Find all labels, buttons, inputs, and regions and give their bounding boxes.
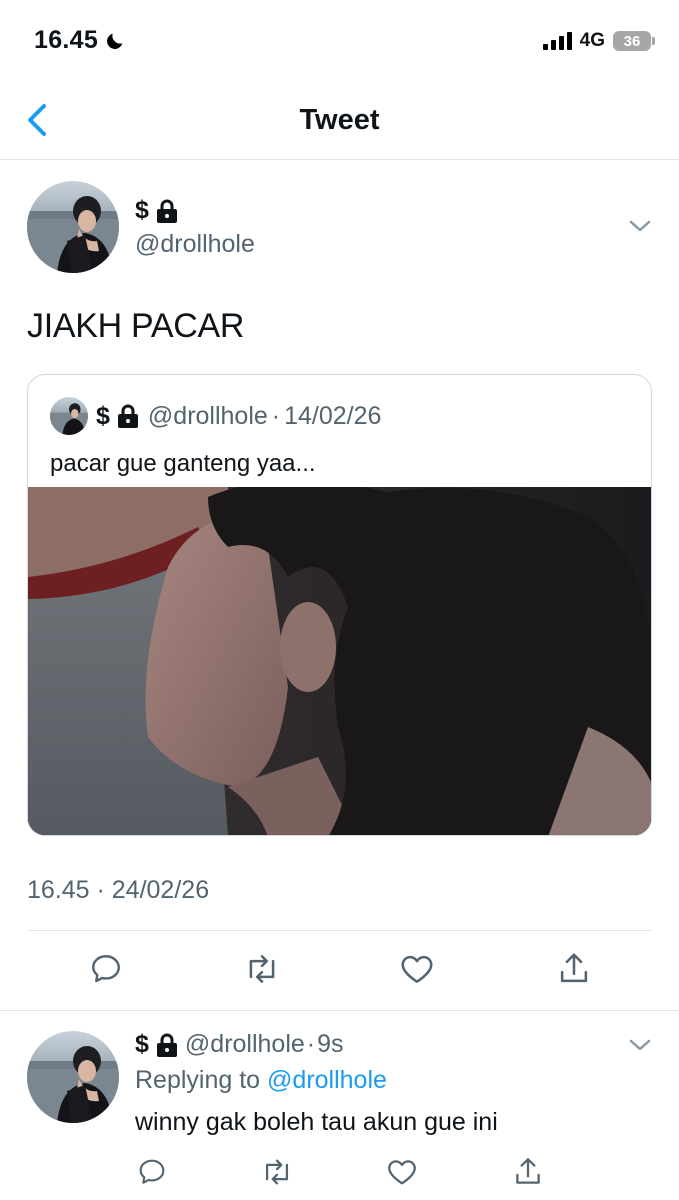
reply-button[interactable] [86, 949, 126, 989]
status-time-text: 16.45 [34, 26, 99, 54]
share-button[interactable] [554, 949, 594, 989]
battery-icon: 36 [613, 31, 655, 51]
reply-button[interactable] [132, 1152, 172, 1192]
comment-icon [139, 1159, 165, 1184]
tweet-timestamp: 16.45 · 24/02/26 [27, 876, 210, 904]
reply-more-button[interactable] [626, 1033, 654, 1057]
reply-handle[interactable]: @drollhole [185, 1030, 305, 1059]
chevron-down-icon [629, 220, 651, 232]
status-bar: 16.45 4G 36 [0, 0, 679, 84]
battery-level: 36 [623, 32, 641, 50]
cellular-signal-icon [542, 32, 572, 50]
avatar-image [27, 1031, 119, 1123]
share-icon [560, 953, 588, 983]
photo-image [28, 480, 651, 835]
share-button[interactable] [508, 1152, 548, 1192]
lock-icon [117, 404, 138, 428]
chevron-down-icon [629, 1039, 651, 1051]
avatar-image [27, 181, 119, 273]
reply-action-bar [0, 1152, 679, 1192]
retweet-icon [249, 955, 275, 983]
divider [0, 1010, 679, 1011]
quoted-display-name: $ [96, 401, 110, 430]
author-name-row: $ [135, 196, 179, 225]
heart-icon [401, 955, 433, 983]
reply-author-name-row: $ [135, 1030, 179, 1059]
reply-header: $ @drollhole · 9s [135, 1030, 344, 1059]
lock-icon [156, 1033, 177, 1057]
quoted-author-avatar [50, 397, 88, 435]
moon-icon [107, 33, 123, 49]
retweet-button[interactable] [242, 949, 282, 989]
share-icon [516, 1158, 540, 1184]
tweet-action-bar [0, 949, 679, 989]
quoted-date: 14/02/26 [284, 401, 382, 430]
reply-display-name: $ [135, 1030, 149, 1058]
network-type: 4G [579, 30, 605, 51]
replying-to-label: Replying to [135, 1066, 261, 1094]
quoted-tweet-header: $ @drollhole · 14/02/26 [50, 397, 381, 435]
reply-author-avatar[interactable] [27, 1031, 119, 1123]
quoted-tweet-photo[interactable] [28, 480, 651, 835]
like-button[interactable] [397, 949, 437, 989]
retweet-button[interactable] [257, 1152, 297, 1192]
quoted-tweet[interactable]: $ @drollhole · 14/02/26 pacar gue ganten… [27, 374, 652, 836]
author-avatar[interactable] [27, 181, 119, 273]
tweet-text: JIAKH PACAR [27, 307, 245, 345]
like-button[interactable] [382, 1152, 422, 1192]
status-time: 16.45 [34, 26, 126, 55]
reply-text: winny gak boleh tau akun gue ini [135, 1108, 498, 1136]
tweet-more-button[interactable] [626, 214, 654, 238]
quoted-separator: · [271, 401, 281, 430]
replying-to: Replying to @drollhole [135, 1066, 387, 1095]
comment-icon [92, 955, 120, 983]
divider [27, 930, 652, 931]
author-handle[interactable]: @drollhole [135, 230, 255, 259]
reply-age: 9s [317, 1030, 344, 1058]
lock-icon [156, 199, 177, 223]
avatar-image [50, 397, 88, 435]
status-indicators: 4G 36 [542, 30, 655, 52]
quoted-author-name-row: $ [96, 402, 140, 431]
author-display-name: $ [135, 196, 149, 224]
reply-separator: · [306, 1030, 316, 1058]
quoted-handle: @drollhole [147, 401, 268, 430]
replying-to-link[interactable]: @drollhole [267, 1066, 387, 1094]
quoted-tweet-text: pacar gue ganteng yaa... [50, 450, 316, 477]
page-title: Tweet [299, 104, 380, 136]
retweet-icon [265, 1159, 289, 1185]
heart-icon [388, 1160, 416, 1185]
top-nav: Tweet [0, 84, 679, 160]
